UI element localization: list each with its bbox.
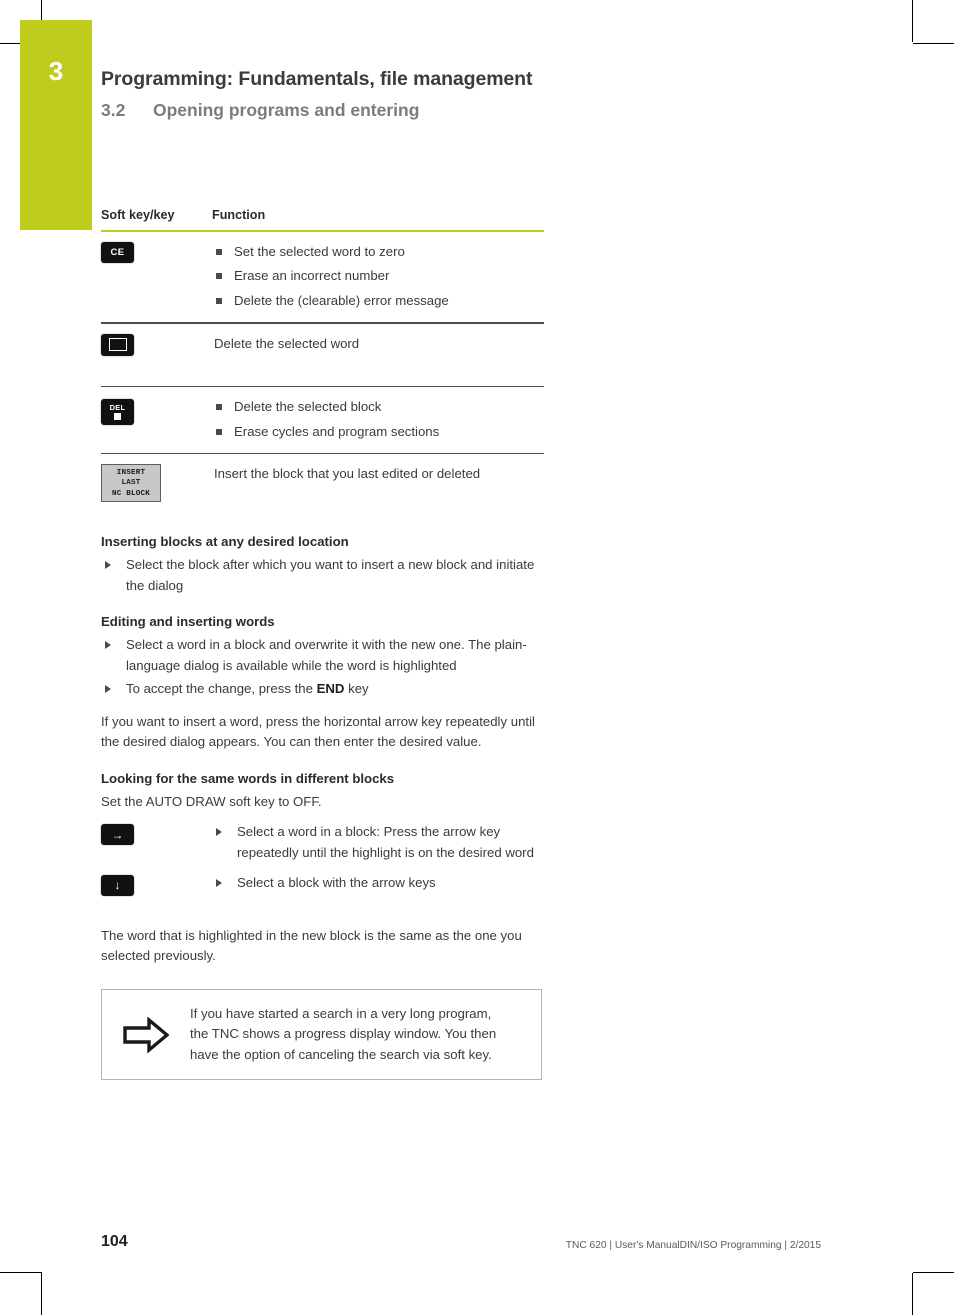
key-step-row: ↓ Select a block with the arrow keys: [101, 873, 544, 896]
arrow-down-key-icon[interactable]: ↓: [101, 874, 134, 896]
key-step-text-cell: Select a word in a block: Press the arro…: [212, 822, 544, 863]
list-item: Select a word in a block: Press the arro…: [212, 822, 544, 863]
softkey-cell: CE: [101, 241, 212, 263]
list-item: Erase cycles and program sections: [212, 422, 544, 442]
softkey-cell: →: [101, 822, 212, 846]
rectangle-glyph: [108, 338, 127, 352]
step-text-before: To accept the change, press the: [126, 681, 317, 697]
softkey-cell: INSERT LAST NC BLOCK: [101, 463, 212, 503]
ce-key-label: CE: [110, 247, 125, 258]
end-key-label: END: [316, 681, 345, 697]
del-key-label: DEL: [109, 403, 126, 413]
softkey-cell: DEL: [101, 396, 212, 426]
softkey-cell: [101, 333, 212, 357]
chapter-number: 3: [48, 56, 64, 86]
softkey-line: NC BLOCK: [111, 489, 151, 498]
function-list: Set the selected word to zero Erase an i…: [212, 242, 544, 311]
step-list: Select a word in a block: Press the arro…: [212, 822, 544, 863]
del-key-icon[interactable]: DEL: [101, 399, 134, 426]
section-title: Opening programs and entering: [153, 100, 420, 120]
function-text: Delete the selected word: [214, 335, 360, 351]
function-cell: Insert the block that you last edited or…: [212, 463, 544, 484]
note-line: have the option of canceling the search …: [190, 1046, 492, 1062]
table-row: Delete the selected word: [101, 324, 544, 386]
insert-last-nc-block-softkey[interactable]: INSERT LAST NC BLOCK: [101, 464, 161, 503]
softkey-line: LAST: [121, 479, 141, 488]
arrow-down-glyph: ↓: [114, 878, 121, 893]
ce-key-icon[interactable]: CE: [101, 242, 134, 263]
crop-mark-top-right-vertical: [912, 0, 913, 42]
step-list-inserting-blocks: Select the block after which you want to…: [101, 555, 544, 596]
note-line: If you have started a search in a very l…: [190, 1005, 492, 1021]
arrow-right-glyph: →: [111, 827, 124, 842]
key-step-row: → Select a word in a block: Press the ar…: [101, 822, 544, 863]
note-line: the TNC shows a progress display window.…: [190, 1026, 497, 1042]
section-number: 3.2: [101, 100, 126, 120]
column-header-function: Function: [212, 208, 266, 222]
step-text-after: key: [344, 681, 369, 697]
function-cell: Delete the selected word: [212, 333, 544, 354]
softkey-table: Soft key/key Function CE Set the selecte…: [101, 208, 544, 516]
list-item: To accept the change, press the END key: [101, 679, 544, 699]
running-head: Programming: Fundamentals, file manageme…: [101, 68, 801, 121]
column-header-softkey: Soft key/key: [101, 208, 175, 222]
subsection-heading-editing-words: Editing and inserting words: [101, 614, 275, 630]
crop-mark-bottom-left-horizontal: [0, 1272, 42, 1273]
list-item: Select a block with the arrow keys: [212, 873, 544, 893]
list-item: Set the selected word to zero: [212, 242, 544, 262]
key-step-text-cell: Select a block with the arrow keys: [212, 873, 544, 893]
function-cell: Set the selected word to zero Erase an i…: [212, 241, 544, 311]
function-cell: Delete the selected block Erase cycles a…: [212, 396, 544, 442]
page-number: 104: [101, 1233, 128, 1250]
note-icon-cell: [102, 1016, 190, 1053]
subsection-heading-looking-for-words: Looking for the same words in different …: [101, 770, 395, 786]
square-glyph: [114, 413, 121, 421]
no-ent-key-icon[interactable]: [101, 333, 134, 356]
paragraph-insert-word: If you want to insert a word, press the …: [101, 713, 535, 750]
table-row: CE Set the selected word to zero Erase a…: [101, 232, 544, 322]
arrow-right-key-icon[interactable]: →: [101, 824, 134, 846]
page-title: Programming: Fundamentals, file manageme…: [101, 68, 533, 90]
function-list: Delete the selected block Erase cycles a…: [212, 397, 544, 442]
crop-mark-bottom-right-horizontal: [913, 1272, 954, 1273]
list-item: Erase an incorrect number: [212, 266, 544, 286]
chapter-tab: [20, 20, 92, 230]
step-list: Select a block with the arrow keys: [212, 873, 544, 893]
softkey-table-header: Soft key/key Function: [101, 208, 544, 230]
list-item: Delete the selected block: [212, 397, 544, 417]
table-row: INSERT LAST NC BLOCK Insert the block th…: [101, 454, 544, 516]
subsection-heading-inserting-blocks: Inserting blocks at any desired location: [101, 534, 349, 550]
note-box: If you have started a search in a very l…: [101, 988, 542, 1081]
function-text: Insert the block that you last edited or…: [214, 466, 481, 482]
list-item: Select a word in a block and overwrite i…: [101, 635, 544, 676]
crop-mark-bottom-right-vertical: [912, 1273, 913, 1315]
section-heading: 3.2 Opening programs and entering: [101, 100, 801, 121]
list-item: Select the block after which you want to…: [101, 555, 544, 596]
paragraph-auto-draw: Set the AUTO DRAW soft key to OFF.: [101, 793, 322, 809]
table-row: DEL Delete the selected block Erase cycl…: [101, 387, 544, 453]
softkey-line: INSERT: [116, 469, 146, 478]
step-list-editing-words: Select a word in a block and overwrite i…: [101, 635, 544, 699]
softkey-cell: ↓: [101, 873, 212, 896]
list-item: Delete the (clearable) error message: [212, 291, 544, 311]
crop-mark-bottom-left-vertical: [41, 1273, 42, 1315]
content-column: Soft key/key Function CE Set the selecte…: [101, 208, 544, 1081]
block-arrow-right-icon: [123, 1016, 169, 1053]
footer-meta: TNC 620 | User's ManualDIN/ISO Programmi…: [565, 1240, 821, 1251]
note-text: If you have started a search in a very l…: [190, 1004, 531, 1065]
paragraph-highlighted-word: The word that is highlighted in the new …: [101, 927, 522, 964]
crop-mark-top-right-horizontal: [913, 43, 954, 44]
